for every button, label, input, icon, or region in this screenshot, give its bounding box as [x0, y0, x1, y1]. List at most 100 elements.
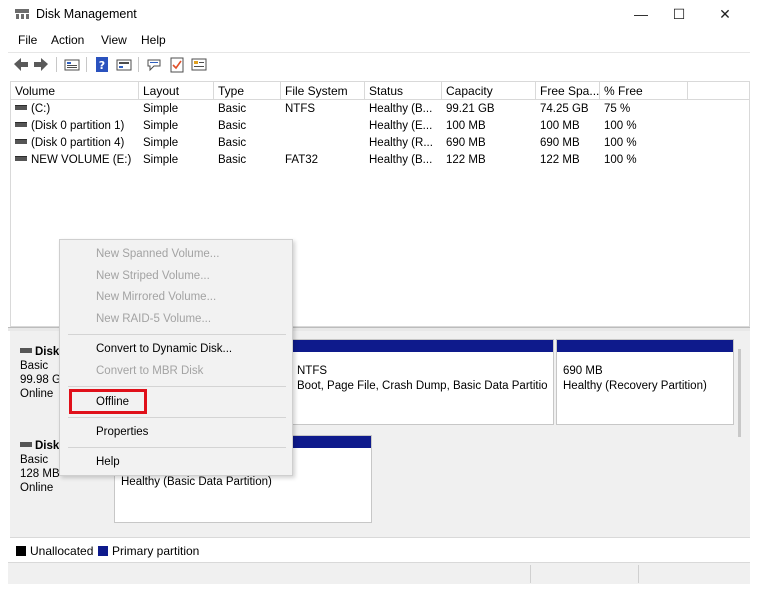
column-header-capacity[interactable]: Capacity [442, 82, 536, 100]
capacity-cell: 100 MB [446, 120, 486, 132]
menu-bar: File Action View Help [8, 30, 750, 50]
column-header-type[interactable]: Type [214, 82, 281, 100]
help-icon[interactable]: ? [93, 56, 111, 73]
file-system-cell [281, 118, 365, 135]
menu-item-convert-mbr[interactable]: Convert to MBR Disk [96, 362, 203, 380]
disk-name: Disk [35, 440, 60, 452]
disk-state: Online [20, 482, 54, 494]
column-header-free-space[interactable]: Free Spa... [536, 82, 600, 100]
menu-separator [68, 386, 286, 387]
partition-info: NTFS [297, 365, 328, 377]
partition-status: Healthy (Basic Data Partition) [121, 476, 272, 488]
menu-separator [68, 447, 286, 448]
menu-help[interactable]: Help [141, 33, 166, 47]
status-bar [8, 562, 750, 584]
menu-item-new-striped-volume[interactable]: New Striped Volume... [96, 267, 210, 285]
volume-icon [15, 122, 27, 128]
menu-separator [68, 334, 286, 335]
volume-cell: NEW VOLUME (E:) [11, 152, 139, 169]
menu-item-properties[interactable]: Properties [96, 423, 148, 441]
menu-item-new-spanned-volume[interactable]: New Spanned Volume... [96, 245, 219, 263]
disk-view-scrollbar[interactable] [738, 349, 741, 437]
layout-cell: Simple [143, 103, 179, 115]
free-space-cell: 122 MB [540, 154, 580, 166]
menu-file[interactable]: File [18, 33, 37, 47]
forward-arrow-icon[interactable] [32, 56, 50, 73]
disk-management-icon [14, 8, 30, 20]
window-title: Disk Management [36, 7, 137, 21]
table-row[interactable]: (Disk 0 partition 4) Simple Basic Health… [11, 135, 749, 152]
status-cell: Healthy (E... [369, 120, 433, 132]
percent-free-cell: 100 % [604, 137, 637, 149]
type-cell: Basic [218, 137, 247, 149]
column-header-volume[interactable]: Volume [11, 82, 139, 100]
title-bar: Disk Management — ☐ ✕ [8, 0, 750, 28]
minimize-button[interactable]: — [626, 3, 656, 25]
primary-partition-bar [557, 340, 733, 352]
layout-cell: Simple [143, 137, 179, 149]
rescan-icon[interactable] [145, 56, 163, 73]
status-divider [530, 565, 531, 583]
menu-item-help[interactable]: Help [96, 453, 120, 471]
percent-free-cell: 100 % [604, 154, 637, 166]
table-row[interactable]: (C:) Simple Basic NTFS Healthy (B... 99.… [11, 101, 749, 118]
layout-cell: Simple [143, 154, 179, 166]
toolbar-separator [138, 57, 139, 72]
capacity-cell: 690 MB [446, 137, 486, 149]
percent-free-cell: 100 % [604, 120, 637, 132]
legend-primary-partition: Primary partition [112, 544, 200, 558]
column-header-file-system[interactable]: File System [281, 82, 365, 100]
column-header-layout[interactable]: Layout [139, 82, 214, 100]
primary-partition-swatch [98, 546, 108, 556]
back-arrow-icon[interactable] [12, 56, 30, 73]
percent-free-cell: 75 % [604, 103, 631, 115]
type-cell: Basic [218, 103, 247, 115]
table-row[interactable]: (Disk 0 partition 1) Simple Basic Health… [11, 118, 749, 135]
checklist-icon[interactable] [168, 56, 186, 73]
status-cell: Healthy (B... [369, 103, 433, 115]
volume-cell: (Disk 0 partition 4) [11, 135, 139, 152]
status-cell: Healthy (R... [369, 137, 433, 149]
properties-icon[interactable] [115, 56, 133, 73]
close-button[interactable]: ✕ [710, 3, 740, 25]
volume-icon [15, 156, 27, 162]
free-space-cell: 690 MB [540, 137, 580, 149]
menu-separator [68, 417, 286, 418]
partition-info: 690 MB [563, 365, 603, 377]
layout-cell: Simple [143, 120, 179, 132]
settings-icon[interactable] [190, 56, 208, 73]
menu-view[interactable]: View [101, 33, 127, 47]
type-cell: Basic [218, 154, 247, 166]
type-cell: Basic [218, 120, 247, 132]
toolbar: ? [8, 52, 750, 76]
offline-highlight-box [69, 389, 147, 414]
partition-status: Healthy (Recovery Partition) [563, 380, 707, 392]
volume-icon [15, 105, 27, 111]
volume-cell: (Disk 0 partition 1) [11, 118, 139, 135]
toolbar-separator [86, 57, 87, 72]
svg-text:?: ? [99, 59, 105, 72]
disk-name: Disk [35, 346, 60, 358]
volume-icon [15, 139, 27, 145]
file-system-cell: FAT32 [285, 154, 319, 166]
column-header-percent-free[interactable]: % Free [600, 82, 688, 100]
legend: Unallocated Primary partition [10, 537, 750, 561]
free-space-cell: 100 MB [540, 120, 580, 132]
menu-item-new-raid5-volume[interactable]: New RAID-5 Volume... [96, 310, 211, 328]
toolbar-separator [56, 57, 57, 72]
volume-list-header: Volume Layout Type File System Status Ca… [11, 82, 749, 100]
column-header-status[interactable]: Status [365, 82, 442, 100]
disk-list-icon[interactable] [63, 56, 81, 73]
menu-item-new-mirrored-volume[interactable]: New Mirrored Volume... [96, 288, 216, 306]
capacity-cell: 99.21 GB [446, 103, 495, 115]
partition-recovery[interactable]: 690 MB Healthy (Recovery Partition) [556, 339, 734, 425]
capacity-cell: 122 MB [446, 154, 486, 166]
maximize-button[interactable]: ☐ [664, 3, 694, 25]
status-cell: Healthy (B... [369, 154, 433, 166]
status-divider [638, 565, 639, 583]
file-system-cell: NTFS [285, 103, 316, 115]
menu-item-convert-dynamic[interactable]: Convert to Dynamic Disk... [96, 340, 232, 358]
disk-icon [20, 348, 32, 354]
menu-action[interactable]: Action [51, 33, 84, 47]
table-row[interactable]: NEW VOLUME (E:) Simple Basic FAT32 Healt… [11, 152, 749, 169]
